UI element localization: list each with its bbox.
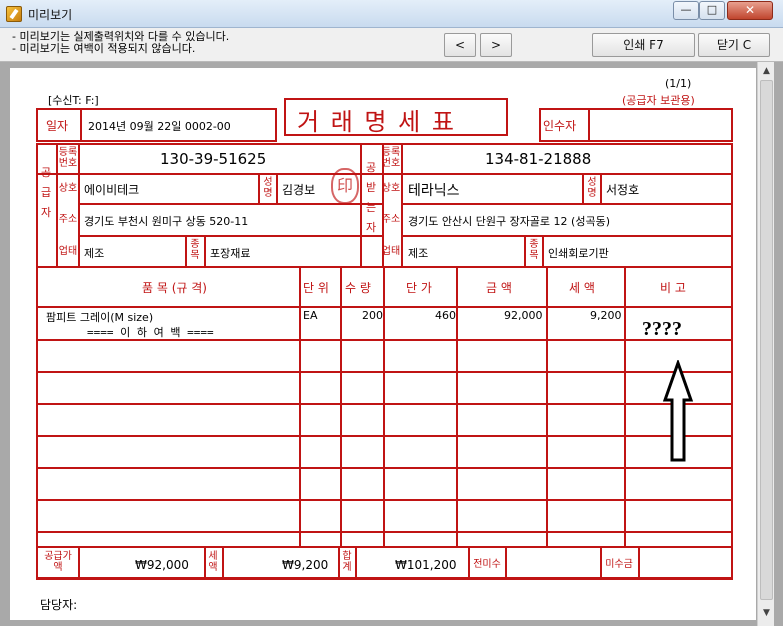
preview-notice: - 미리보기는 실제출력위치와 다를 수 있습니다. - 미리보기는 여백이 적…: [12, 31, 229, 55]
document-title: 거 래 명 세 표: [297, 108, 456, 136]
row-amount: 92,000: [504, 309, 543, 322]
receiver-side-label: 공 받 는 자: [365, 161, 377, 234]
close-button[interactable]: 닫기 C: [698, 33, 770, 57]
receiver-fax-label: [수신T: F:]: [48, 94, 99, 107]
supplier-name-label: 성명: [263, 177, 273, 199]
close-window-button[interactable]: ✕: [727, 1, 773, 20]
row-unit: EA: [303, 309, 318, 322]
receiver-reg-no: 134-81-21888: [485, 150, 592, 168]
receiver-item: 인쇄회로기판: [548, 247, 609, 260]
supplier-address-label: 주소: [58, 214, 78, 225]
unpaid-label: 미수금: [605, 559, 633, 570]
header-note: 비 고: [660, 281, 686, 295]
window-titlebar: 미리보기 — □ ✕: [0, 0, 783, 28]
notice-line-2: - 미리보기는 여백이 적용되지 않습니다.: [12, 42, 196, 55]
supplier-company-label: 상호: [58, 183, 78, 194]
receiver-biz: 제조: [408, 247, 429, 260]
print-button[interactable]: 인쇄 F7: [592, 33, 695, 57]
header-price: 단 가: [406, 281, 432, 295]
supplier-side-label: 공 급 자: [40, 166, 52, 219]
page-indicator: (1/1): [665, 77, 692, 90]
supply-amount: ₩92,000: [135, 558, 189, 572]
scroll-up-icon[interactable]: ▲: [760, 64, 773, 78]
supplier-company: 에이비테크: [84, 183, 140, 197]
scroll-thumb[interactable]: [760, 80, 773, 600]
receiver-company-label: 상호: [381, 183, 401, 194]
prev-unpaid-label: 전미수: [473, 559, 501, 570]
supplier-reg-no: 130-39-51625: [160, 150, 267, 168]
manager-label: 담당자:: [40, 598, 78, 612]
supplier-item-label: 종목: [190, 239, 200, 261]
header-unit: 단 위: [303, 281, 329, 295]
receiver-reg-label: 등록번호: [381, 147, 401, 169]
next-page-button[interactable]: >: [480, 33, 512, 57]
date-value: 2014년 09월 22일 0002-00: [88, 120, 231, 133]
company-seal-stamp: 印: [331, 168, 359, 204]
maximize-button[interactable]: □: [699, 1, 725, 20]
previous-page-button[interactable]: <: [444, 33, 476, 57]
app-icon: [6, 6, 22, 22]
receiver-company: 테라닉스: [408, 183, 460, 199]
header-tax: 세 액: [569, 281, 595, 295]
end-marker: ==== 이 하 여 백 ====: [87, 326, 214, 339]
row-item: 팜피트 그레이(M size): [46, 311, 154, 324]
copy-label: (공급자 보관용): [622, 94, 695, 107]
supplier-address: 경기도 부천시 원미구 상동 520-11: [84, 215, 249, 228]
supply-amount-label: 공급가액: [44, 551, 72, 573]
supplier-biz: 제조: [84, 247, 105, 260]
supplier-item: 포장재료: [210, 247, 251, 260]
receiver-item-label: 종목: [529, 239, 539, 261]
signer-label: 인수자: [543, 119, 577, 133]
scroll-down-icon[interactable]: ▼: [760, 606, 773, 620]
header-amount: 금 액: [486, 281, 512, 295]
preview-area: [수신T: F:] (1/1) (공급자 보관용) 일자 2014년 09월 2…: [0, 62, 783, 626]
vertical-scrollbar[interactable]: ▲ ▼: [757, 62, 774, 626]
tax-total-label: 세액: [208, 551, 218, 573]
invoice-paper: [수신T: F:] (1/1) (공급자 보관용) 일자 2014년 09월 2…: [10, 68, 756, 620]
window-title: 미리보기: [28, 8, 73, 22]
minimize-button[interactable]: —: [673, 1, 699, 20]
receiver-address-label: 주소: [381, 214, 401, 225]
row-qty: 200: [362, 309, 383, 322]
receiver-name: 서정호: [606, 183, 640, 197]
date-label: 일자: [46, 119, 69, 133]
row-price: 460: [435, 309, 456, 322]
supplier-biz-label: 업태: [58, 246, 78, 257]
receiver-name-label: 성명: [587, 177, 597, 199]
toolbar: - 미리보기는 실제출력위치와 다를 수 있습니다. - 미리보기는 여백이 적…: [0, 28, 783, 62]
supplier-reg-label: 등록번호: [58, 147, 78, 169]
receiver-biz-label: 업태: [381, 246, 401, 257]
supplier-name: 김경보: [282, 183, 316, 197]
header-item: 품 목 (규 격): [142, 281, 207, 295]
sum-label: 합계: [342, 551, 352, 573]
tax-total: ₩9,200: [282, 558, 329, 572]
note-question-marks: ????: [642, 318, 682, 340]
up-arrow-icon: [662, 360, 694, 462]
receiver-address: 경기도 안산시 단원구 장자골로 12 (성곡동): [408, 215, 610, 228]
row-tax: 9,200: [590, 309, 622, 322]
sum-total: ₩101,200: [395, 558, 457, 572]
header-qty: 수 량: [345, 281, 371, 295]
